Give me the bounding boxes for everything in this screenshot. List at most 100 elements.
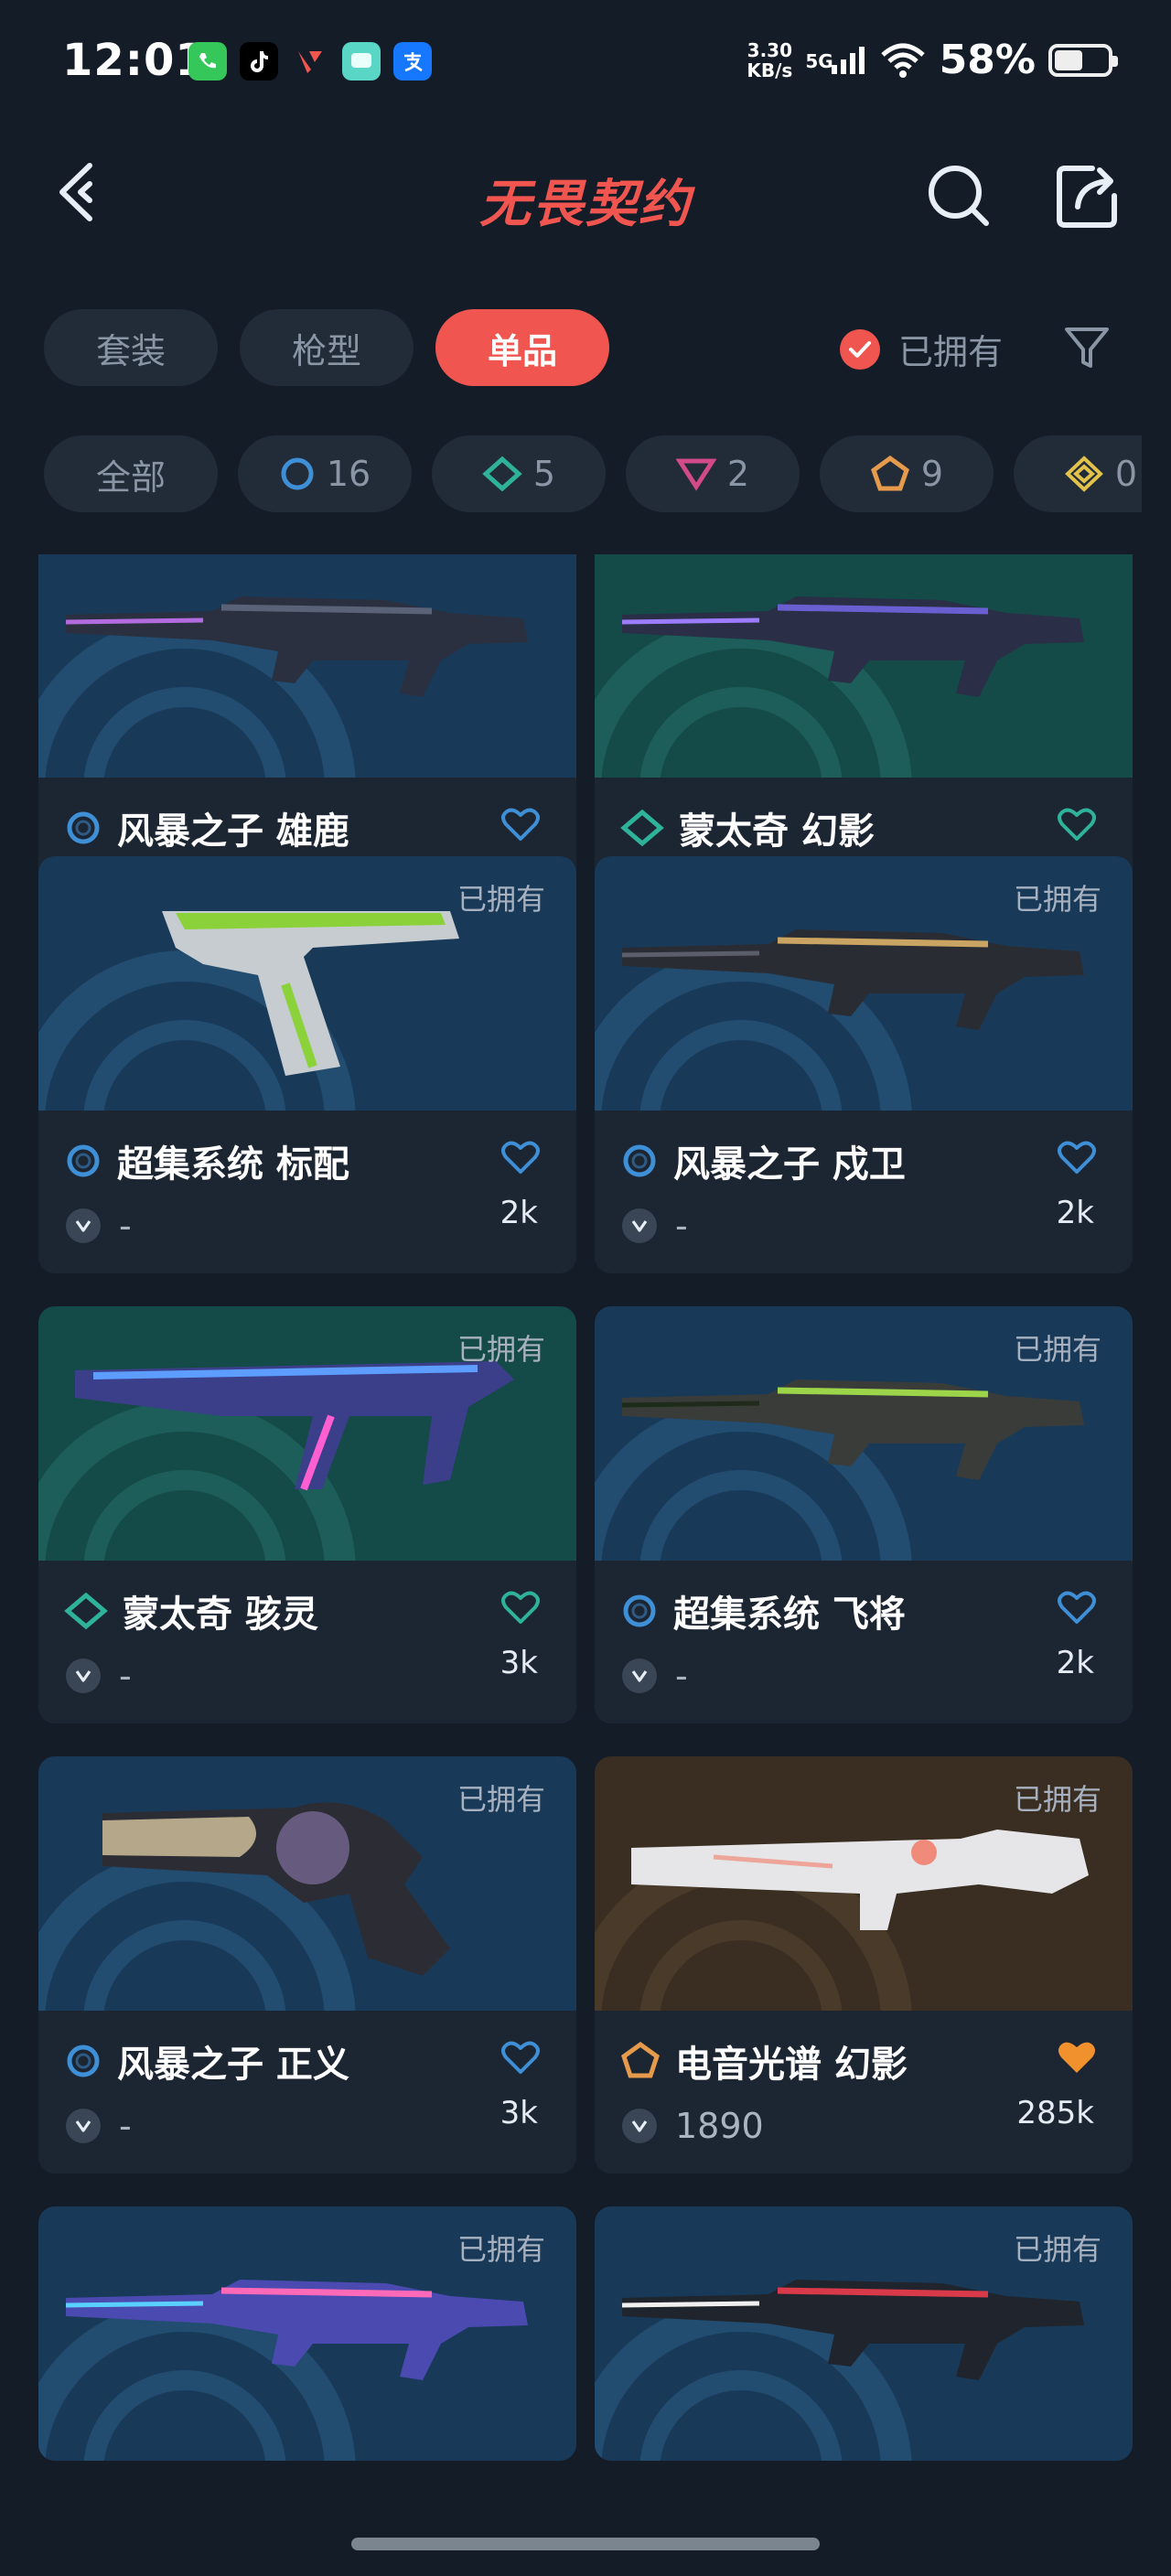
chip-all[interactable]: 全部: [44, 435, 218, 512]
filter-button[interactable]: [1061, 322, 1112, 373]
item-info: 风暴之子 戍卫 - 2k: [595, 1111, 1133, 1273]
like-count: 2k: [1056, 1195, 1094, 1231]
select-tier-icon: [281, 457, 314, 490]
favorite-button[interactable]: [500, 1138, 542, 1176]
tab-bundles[interactable]: 套装: [44, 309, 218, 386]
deluxe-tier-icon: [482, 456, 522, 492]
item-name: 风暴之子 戍卫: [673, 1143, 906, 1186]
item-artwork: 已拥有: [38, 856, 576, 1111]
share-button[interactable]: [1052, 159, 1125, 232]
home-indicator[interactable]: [351, 2538, 820, 2550]
heart-icon: [1058, 808, 1096, 841]
item-info: 蒙太奇 骇灵 - 3k: [38, 1561, 576, 1723]
battery-percent: 58%: [939, 37, 1036, 83]
owned-badge: 已拥有: [457, 2232, 545, 2267]
chip-label: 9: [920, 454, 944, 494]
item-artwork: 已拥有: [595, 2206, 1133, 2461]
exclusive-tier-icon: [621, 2042, 660, 2078]
select-tier-icon: [623, 1594, 656, 1627]
heart-icon: [501, 808, 540, 841]
tiktok-icon: [240, 42, 278, 80]
price-row: -: [66, 1206, 132, 1246]
favorite-button[interactable]: [1056, 2038, 1098, 2077]
valorant-points-icon: [66, 2109, 101, 2143]
item-name: 风暴之子 雄鹿: [117, 810, 349, 853]
heart-icon: [1058, 1591, 1096, 1624]
item-artwork: [38, 554, 576, 778]
select-tier-icon: [67, 1144, 100, 1177]
item-name-row: 超集系统 飞将: [620, 1584, 906, 1637]
item-price: -: [119, 2106, 132, 2146]
item-card[interactable]: 已拥有 电音光谱 幻影 1890 285k: [595, 1756, 1133, 2174]
item-card[interactable]: 已拥有超集系统 飞将 - 2k: [595, 1306, 1133, 1723]
category-tabs: 套装 枪型 单品: [44, 309, 609, 386]
chat-app-icon: [342, 42, 381, 80]
like-count: 2k: [500, 1195, 538, 1231]
item-card[interactable]: 已拥有风暴之子 戍卫 - 2k: [595, 856, 1133, 1273]
alipay-icon: [393, 42, 432, 80]
favorite-button[interactable]: [1056, 805, 1098, 843]
chip-label: 2: [726, 454, 750, 494]
item-artwork: 已拥有: [38, 1756, 576, 2011]
item-name-row: 风暴之子 正义: [64, 2034, 349, 2088]
item-name-row: 超集系统 标配: [64, 1134, 349, 1187]
chip-select-tier[interactable]: 16: [238, 435, 412, 512]
owned-badge: 已拥有: [1013, 882, 1101, 917]
filter-icon: [1065, 327, 1109, 368]
page-title: 无畏契约: [479, 175, 692, 234]
item-price: -: [675, 1656, 688, 1696]
chip-deluxe-tier[interactable]: 5: [432, 435, 606, 512]
exclusive-tier-icon: [870, 456, 909, 491]
app-header: 无畏契约: [0, 146, 1171, 238]
like-count: 3k: [500, 1645, 538, 1681]
owned-toggle[interactable]: 已拥有: [840, 324, 1003, 374]
chip-label: 0: [1114, 454, 1138, 494]
item-name-row: 电音光谱 幻影: [620, 2034, 908, 2088]
favorite-button[interactable]: [500, 1588, 542, 1626]
item-price: -: [119, 1206, 132, 1246]
cell-signal-icon: 5G: [805, 45, 865, 76]
owned-badge: 已拥有: [1013, 2232, 1101, 2267]
favorite-button[interactable]: [500, 805, 542, 843]
ultra-tier-icon: [1064, 456, 1103, 492]
price-row: -: [622, 1206, 688, 1246]
item-card[interactable]: 已拥有: [595, 2206, 1133, 2461]
item-name-row: 风暴之子 戍卫: [620, 1134, 906, 1187]
tab-weapon-type[interactable]: 枪型: [240, 309, 414, 386]
item-card[interactable]: 已拥有: [38, 2206, 576, 2461]
favorite-button[interactable]: [1056, 1588, 1098, 1626]
owned-badge: 已拥有: [1013, 1782, 1101, 1817]
deluxe-tier-icon: [64, 1592, 108, 1630]
item-card[interactable]: 已拥有 风暴之子 正义 - 3k: [38, 1756, 576, 2174]
deluxe-tier-icon: [620, 809, 664, 847]
like-count: 2k: [1056, 1645, 1094, 1681]
item-artwork: 已拥有: [595, 1756, 1133, 2011]
select-tier-icon: [67, 2045, 100, 2077]
heart-icon: [1058, 1141, 1096, 1174]
battery-icon: [1048, 43, 1118, 77]
search-button[interactable]: [922, 159, 995, 232]
price-row: -: [66, 1656, 132, 1696]
tab-single-items[interactable]: 单品: [435, 309, 609, 386]
valorant-points-icon: [66, 1208, 101, 1243]
item-name: 超集系统 飞将: [673, 1594, 906, 1636]
owned-badge: 已拥有: [1013, 1332, 1101, 1367]
item-name-row: 风暴之子 雄鹿: [64, 801, 349, 854]
price-row: -: [622, 1656, 688, 1696]
favorite-button[interactable]: [1056, 1138, 1098, 1176]
chip-label: 16: [326, 454, 371, 494]
share-icon: [1057, 166, 1117, 228]
checkmark-icon: [840, 328, 880, 370]
valorant-points-icon: [622, 2109, 657, 2143]
chip-premium-tier[interactable]: 2: [626, 435, 800, 512]
item-artwork: 已拥有: [38, 1306, 576, 1561]
wechat-call-icon: [188, 42, 227, 80]
item-price: -: [119, 1656, 132, 1696]
chip-exclusive-tier[interactable]: 9: [820, 435, 994, 512]
item-card[interactable]: 已拥有超集系统 标配 - 2k: [38, 856, 576, 1273]
search-icon: [929, 166, 989, 226]
clock: 12:01: [62, 35, 207, 86]
favorite-button[interactable]: [500, 2038, 542, 2077]
item-card[interactable]: 已拥有 蒙太奇 骇灵 - 3k: [38, 1306, 576, 1723]
chip-ultra-tier[interactable]: 0: [1014, 435, 1142, 512]
